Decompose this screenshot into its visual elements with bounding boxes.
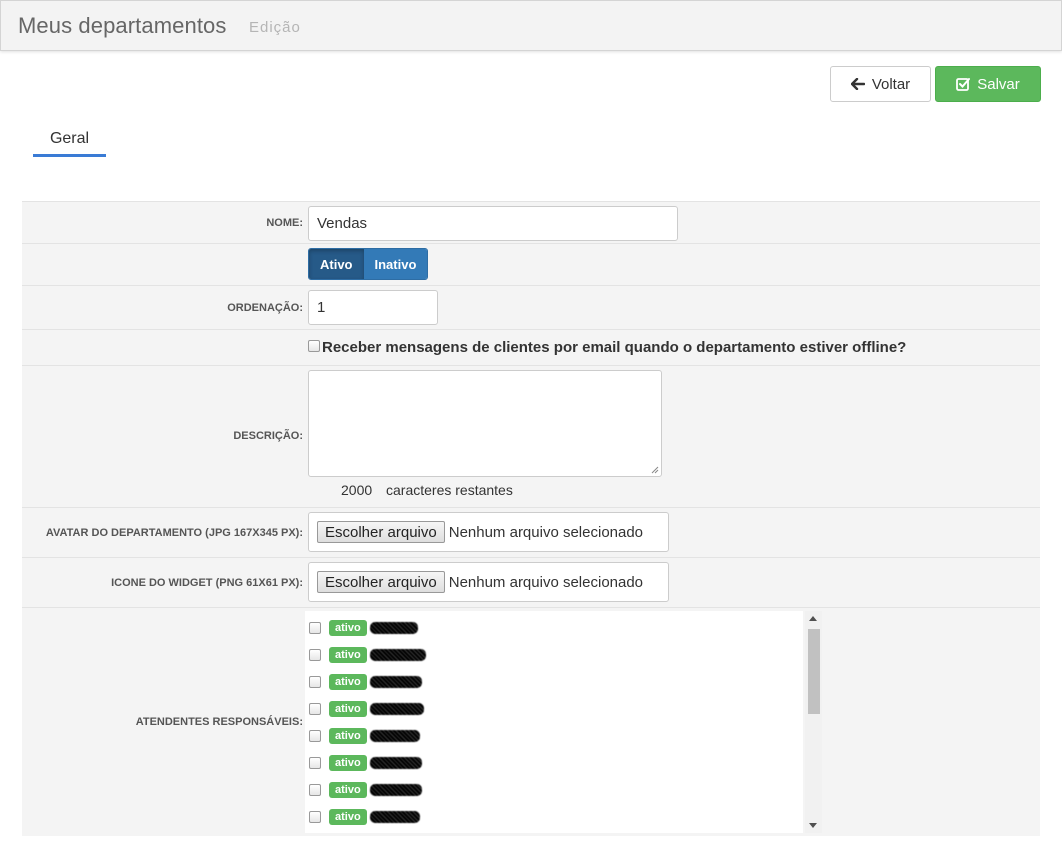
list-item[interactable]: ativo bbox=[309, 672, 422, 692]
redacted-name bbox=[369, 676, 422, 688]
page-subtitle: Edição bbox=[249, 19, 301, 36]
attendant-checkbox[interactable] bbox=[309, 757, 321, 769]
remaining-count: 2000 bbox=[341, 482, 373, 498]
redacted-name bbox=[369, 703, 424, 715]
widget-icon-file-input: Escolher arquivo Nenhum arquivo selecion… bbox=[308, 562, 669, 602]
row-avatar: AVATAR DO DEPARTAMENTO (JPG 167X345 PX):… bbox=[22, 508, 1040, 558]
status-badge: ativo bbox=[329, 782, 367, 798]
redacted-name bbox=[369, 730, 420, 742]
row-widget-icon: ICONE DO WIDGET (PNG 61X61 PX): Escolher… bbox=[22, 558, 1040, 608]
back-button[interactable]: Voltar bbox=[830, 66, 931, 102]
name-label: NOME: bbox=[266, 217, 303, 229]
list-item[interactable]: ativo bbox=[309, 645, 426, 665]
attendants-label: ATENDENTES RESPONSÁVEIS: bbox=[135, 716, 303, 728]
avatar-file-status: Nenhum arquivo selecionado bbox=[448, 523, 644, 541]
redacted-name bbox=[369, 757, 422, 769]
list-item[interactable]: ativo bbox=[309, 780, 422, 800]
row-order: ORDENAÇÃO: 1 bbox=[22, 286, 1040, 330]
scroll-up-arrow-icon[interactable] bbox=[809, 616, 817, 621]
avatar-file-input: Escolher arquivo Nenhum arquivo selecion… bbox=[308, 512, 669, 552]
redacted-name bbox=[369, 622, 418, 634]
row-attendants: ATENDENTES RESPONSÁVEIS: ativo ativo ati… bbox=[22, 608, 1040, 836]
attendant-checkbox[interactable] bbox=[309, 703, 321, 715]
description-textarea[interactable] bbox=[308, 370, 662, 477]
redacted-name bbox=[369, 649, 426, 661]
page-title: Meus departamentos bbox=[18, 13, 227, 38]
status-inativo-button[interactable]: Inativo bbox=[363, 249, 428, 279]
name-input[interactable]: Vendas bbox=[308, 206, 678, 241]
offline-email-label: Receber mensagens de clientes por email … bbox=[322, 339, 907, 356]
row-status: Ativo Inativo bbox=[22, 244, 1040, 286]
status-badge: ativo bbox=[329, 728, 367, 744]
status-badge: ativo bbox=[329, 674, 367, 690]
avatar-choose-file-button[interactable]: Escolher arquivo bbox=[317, 521, 445, 543]
list-item[interactable]: ativo bbox=[309, 618, 418, 638]
list-item[interactable]: ativo bbox=[309, 753, 422, 773]
scrollbar-thumb[interactable] bbox=[808, 629, 820, 714]
redacted-name bbox=[369, 811, 420, 823]
order-value: 1 bbox=[317, 299, 326, 316]
attendants-list[interactable]: ativo ativo ativo ativo ativo ativo ativ… bbox=[305, 611, 803, 833]
attendant-checkbox[interactable] bbox=[309, 649, 321, 661]
remaining-text: caracteres restantes bbox=[386, 482, 513, 498]
attendant-checkbox[interactable] bbox=[309, 730, 321, 742]
list-item[interactable]: ativo bbox=[309, 807, 420, 827]
attendant-checkbox[interactable] bbox=[309, 622, 321, 634]
description-label: DESCRIÇÃO: bbox=[233, 430, 303, 442]
page-header: Meus departamentos Edição bbox=[0, 0, 1062, 51]
list-item[interactable]: ativo bbox=[309, 726, 420, 746]
row-name: NOME: Vendas bbox=[22, 202, 1040, 244]
check-square-icon bbox=[956, 77, 971, 91]
status-badge: ativo bbox=[329, 647, 367, 663]
status-badge: ativo bbox=[329, 755, 367, 771]
attendant-checkbox[interactable] bbox=[309, 784, 321, 796]
row-offline-email: Receber mensagens de clientes por email … bbox=[22, 330, 1040, 366]
widget-icon-label: ICONE DO WIDGET (PNG 61X61 PX): bbox=[111, 577, 303, 589]
status-badge: ativo bbox=[329, 701, 367, 717]
save-button-label: Salvar bbox=[977, 75, 1020, 93]
status-ativo-button[interactable]: Ativo bbox=[309, 249, 364, 279]
redacted-name bbox=[369, 784, 422, 796]
list-item[interactable]: ativo bbox=[309, 699, 424, 719]
order-label: ORDENAÇÃO: bbox=[227, 302, 303, 314]
resize-handle-icon[interactable] bbox=[651, 466, 659, 474]
arrow-left-icon bbox=[850, 78, 865, 90]
back-button-label: Voltar bbox=[871, 75, 911, 93]
avatar-label: AVATAR DO DEPARTAMENTO (JPG 167X345 PX): bbox=[45, 527, 303, 539]
attendant-checkbox[interactable] bbox=[309, 676, 321, 688]
status-badge: ativo bbox=[329, 620, 367, 636]
offline-email-checkbox[interactable] bbox=[308, 340, 320, 352]
scroll-down-arrow-icon[interactable] bbox=[809, 823, 817, 828]
row-description: DESCRIÇÃO: 2000 caracteres restantes bbox=[22, 366, 1040, 508]
status-badge: ativo bbox=[329, 809, 367, 825]
widget-icon-file-status: Nenhum arquivo selecionado bbox=[448, 573, 644, 591]
order-input[interactable]: 1 bbox=[308, 290, 438, 325]
attendants-scrollbar[interactable] bbox=[805, 611, 822, 833]
save-button[interactable]: Salvar bbox=[935, 66, 1041, 102]
tab-geral-label: Geral bbox=[49, 130, 90, 147]
tab-geral[interactable]: Geral bbox=[33, 130, 106, 157]
department-form: NOME: Vendas Ativo Inativo ORDENAÇÃO: 1 … bbox=[22, 201, 1040, 836]
status-toggle: Ativo Inativo bbox=[308, 248, 429, 280]
attendant-checkbox[interactable] bbox=[309, 811, 321, 823]
name-value: Vendas bbox=[317, 215, 368, 232]
widget-icon-choose-file-button[interactable]: Escolher arquivo bbox=[317, 571, 445, 593]
